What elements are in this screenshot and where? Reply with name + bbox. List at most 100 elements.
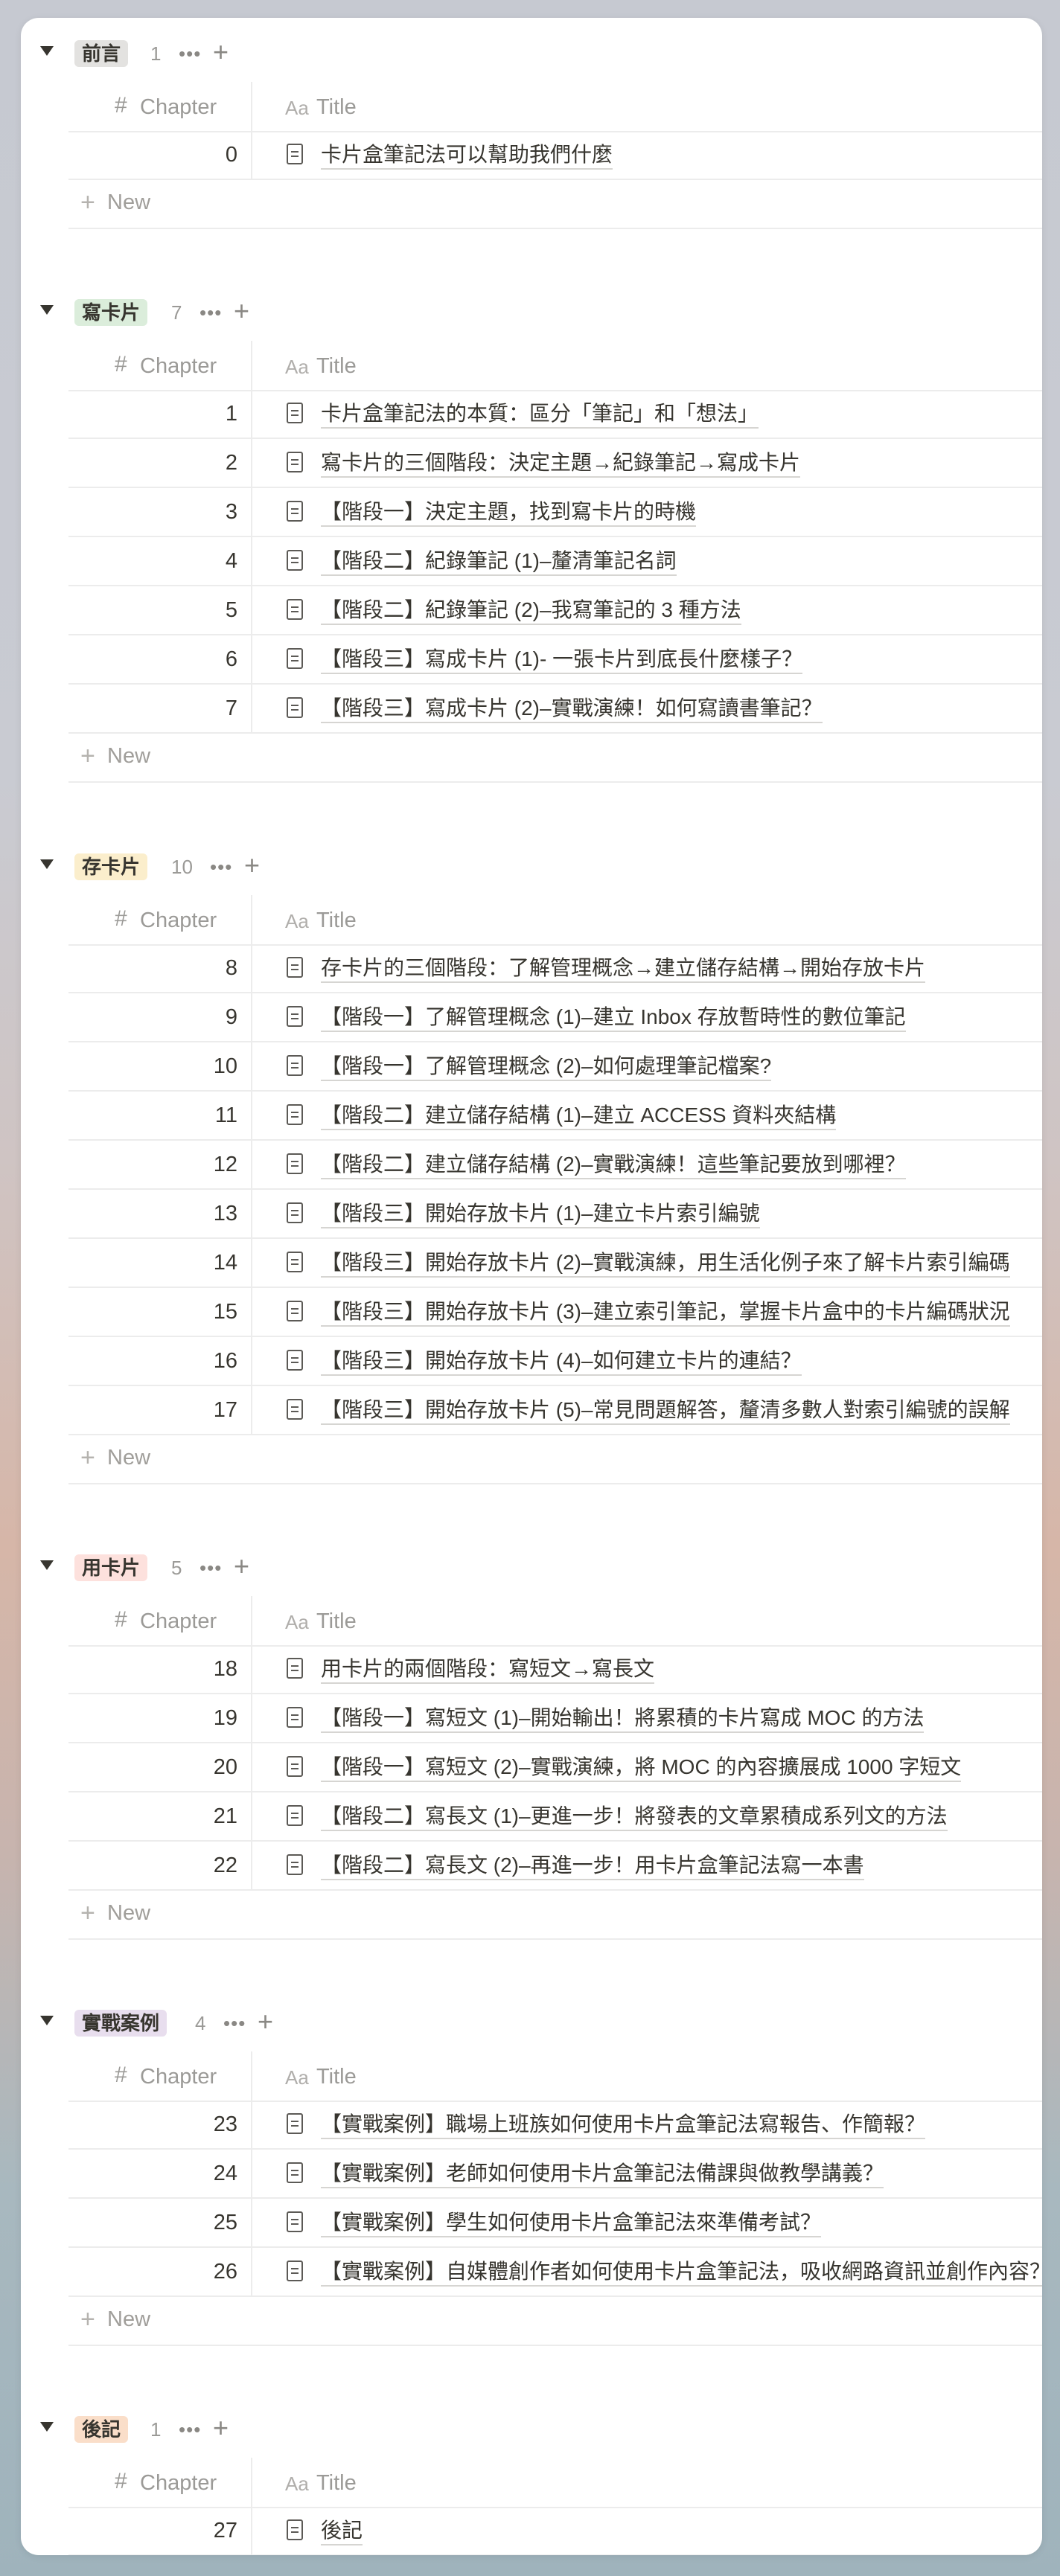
add-item-icon[interactable]: + xyxy=(234,295,249,327)
chapter-cell[interactable]: 15 xyxy=(68,1288,252,1336)
title-cell[interactable]: 【階段二】紀錄筆記 (1)–釐清筆記名詞 xyxy=(321,537,677,585)
title-cell[interactable]: 【階段一】寫短文 (1)–開始輸出！將累積的卡片寫成 MOC 的方法 xyxy=(321,1694,925,1742)
column-title-label[interactable]: Title xyxy=(316,354,357,379)
chapter-cell[interactable]: 18 xyxy=(68,1645,252,1693)
row-title-link[interactable]: 【階段二】寫長文 (1)–更進一步！將發表的文章累積成系列文的方法 xyxy=(321,1804,948,1831)
new-row-button[interactable]: + New xyxy=(68,1435,1042,1484)
table-row[interactable]: 9 【階段一】了解管理概念 (1)–建立 Inbox 存放暫時性的數位筆記 xyxy=(68,993,1042,1042)
row-title-link[interactable]: 後記 xyxy=(321,2519,363,2545)
table-row[interactable]: 6 【階段三】寫成卡片 (1)- 一張卡片到底長什麼樣子？ xyxy=(68,635,1042,685)
title-cell[interactable]: 【實戰案例】老師如何使用卡片盒筆記法備課與做教學講義？ xyxy=(321,2150,884,2197)
collapse-toggle-icon[interactable] xyxy=(40,46,54,56)
table-row[interactable]: 1 卡片盒筆記法的本質：區分「筆記」和「想法」 xyxy=(68,390,1042,439)
chapter-cell[interactable]: 27 xyxy=(68,2507,252,2554)
column-header-chapter[interactable]: # Chapter xyxy=(68,82,252,131)
title-cell[interactable]: 【實戰案例】職場上班族如何使用卡片盒筆記法寫報告、作簡報？ xyxy=(321,2101,926,2148)
column-title-label[interactable]: Title xyxy=(316,2471,357,2496)
chapter-cell[interactable]: 19 xyxy=(68,1694,252,1742)
title-cell[interactable]: 【階段二】建立儲存結構 (1)–建立 ACCESS 資料夾結構 xyxy=(321,1092,837,1139)
title-cell[interactable]: 【階段三】開始存放卡片 (2)–實戰演練，用生活化例子來了解卡片索引編碼 xyxy=(321,1239,1010,1287)
table-row[interactable]: 20 【階段一】寫短文 (2)–實戰演練，將 MOC 的內容擴展成 1000 字短… xyxy=(68,1743,1042,1792)
chapter-cell[interactable]: 2 xyxy=(68,439,252,487)
title-cell[interactable]: 【階段三】開始存放卡片 (1)–建立卡片索引編號 xyxy=(321,1190,760,1237)
column-header-chapter[interactable]: # Chapter xyxy=(68,341,252,390)
row-title-link[interactable]: 卡片盒筆記法可以幫助我們什麼 xyxy=(321,143,613,170)
table-row[interactable]: 21 【階段二】寫長文 (1)–更進一步！將發表的文章累積成系列文的方法 xyxy=(68,1792,1042,1842)
row-title-link[interactable]: 【階段二】紀錄筆記 (2)–我寫筆記的 3 種方法 xyxy=(321,598,741,625)
table-row[interactable]: 7 【階段三】寫成卡片 (2)–實戰演練！如何寫讀書筆記？ xyxy=(68,685,1042,734)
title-cell[interactable]: 【階段二】建立儲存結構 (2)–實戰演練！這些筆記要放到哪裡？ xyxy=(321,1141,906,1188)
table-row[interactable]: 25 【實戰案例】學生如何使用卡片盒筆記法來準備考試？ xyxy=(68,2199,1042,2248)
title-cell[interactable]: 卡片盒筆記法的本質：區分「筆記」和「想法」 xyxy=(321,390,759,438)
row-title-link[interactable]: 【實戰案例】學生如何使用卡片盒筆記法來準備考試？ xyxy=(321,2211,822,2237)
chapter-cell[interactable]: 5 xyxy=(68,586,252,634)
chapter-cell[interactable]: 25 xyxy=(68,2199,252,2246)
group-tag[interactable]: 後記 xyxy=(74,2416,129,2443)
table-row[interactable]: 23 【實戰案例】職場上班族如何使用卡片盒筆記法寫報告、作簡報？ xyxy=(68,2101,1042,2150)
chapter-cell[interactable]: 10 xyxy=(68,1042,252,1090)
row-title-link[interactable]: 【階段二】建立儲存結構 (1)–建立 ACCESS 資料夾結構 xyxy=(321,1103,837,1130)
table-row[interactable]: 26 【實戰案例】自媒體創作者如何使用卡片盒筆記法，吸收網路資訊並創作內容？ xyxy=(68,2248,1042,2297)
add-item-icon[interactable]: + xyxy=(213,36,229,68)
chapter-cell[interactable]: 17 xyxy=(68,1386,252,1434)
chapter-cell[interactable]: 8 xyxy=(68,944,252,992)
row-title-link[interactable]: 【實戰案例】自媒體創作者如何使用卡片盒筆記法，吸收網路資訊並創作內容？ xyxy=(321,2260,1042,2287)
new-row-button[interactable]: + New xyxy=(68,1891,1042,1940)
row-title-link[interactable]: 卡片盒筆記法的本質：區分「筆記」和「想法」 xyxy=(321,402,759,429)
title-cell[interactable]: 【實戰案例】自媒體創作者如何使用卡片盒筆記法，吸收網路資訊並創作內容？ xyxy=(321,2248,1042,2295)
row-title-link[interactable]: 【階段三】寫成卡片 (1)- 一張卡片到底長什麼樣子？ xyxy=(321,647,803,674)
row-title-link[interactable]: 【階段三】開始存放卡片 (2)–實戰演練，用生活化例子來了解卡片索引編碼 xyxy=(321,1251,1010,1278)
title-cell[interactable]: 【階段二】寫長文 (1)–更進一步！將發表的文章累積成系列文的方法 xyxy=(321,1792,948,1840)
chapter-cell[interactable]: 9 xyxy=(68,993,252,1041)
title-cell[interactable]: 【階段三】開始存放卡片 (3)–建立索引筆記，掌握卡片盒中的卡片編碼狀況 xyxy=(321,1288,1010,1336)
table-row[interactable]: 14 【階段三】開始存放卡片 (2)–實戰演練，用生活化例子來了解卡片索引編碼 xyxy=(68,1239,1042,1288)
chapter-cell[interactable]: 23 xyxy=(68,2101,252,2148)
chapter-cell[interactable]: 20 xyxy=(68,1743,252,1791)
table-row[interactable]: 15 【階段三】開始存放卡片 (3)–建立索引筆記，掌握卡片盒中的卡片編碼狀況 xyxy=(68,1288,1042,1337)
title-cell[interactable]: 【階段一】決定主題，找到寫卡片的時機 xyxy=(321,488,697,536)
chapter-cell[interactable]: 14 xyxy=(68,1239,252,1287)
table-row[interactable]: 22 【階段二】寫長文 (2)–再進一步！用卡片盒筆記法寫一本書 xyxy=(68,1842,1042,1891)
row-title-link[interactable]: 【階段一】了解管理概念 (1)–建立 Inbox 存放暫時性的數位筆記 xyxy=(321,1005,906,1032)
chapter-cell[interactable]: 7 xyxy=(68,685,252,732)
table-row[interactable]: 17 【階段三】開始存放卡片 (5)–常見問題解答，釐清多數人對索引編號的誤解 xyxy=(68,1386,1042,1435)
chapter-cell[interactable]: 11 xyxy=(68,1092,252,1139)
table-row[interactable]: 18 用卡片的兩個階段：寫短文→寫長文 xyxy=(68,1645,1042,1694)
new-row-button[interactable]: + New xyxy=(68,734,1042,783)
row-title-link[interactable]: 【階段三】開始存放卡片 (3)–建立索引筆記，掌握卡片盒中的卡片編碼狀況 xyxy=(321,1300,1010,1327)
table-row[interactable]: 0 卡片盒筆記法可以幫助我們什麼 xyxy=(68,131,1042,180)
more-options-icon[interactable]: ••• xyxy=(210,853,232,880)
table-row[interactable]: 19 【階段一】寫短文 (1)–開始輸出！將累積的卡片寫成 MOC 的方法 xyxy=(68,1694,1042,1743)
title-cell[interactable]: 【階段一】寫短文 (2)–實戰演練，將 MOC 的內容擴展成 1000 字短文 xyxy=(321,1743,962,1791)
row-title-link[interactable]: 【實戰案例】老師如何使用卡片盒筆記法備課與做教學講義？ xyxy=(321,2162,884,2188)
row-title-link[interactable]: 存卡片的三個階段：了解管理概念→建立儲存結構→開始存放卡片 xyxy=(321,956,926,983)
table-row[interactable]: 3 【階段一】決定主題，找到寫卡片的時機 xyxy=(68,488,1042,537)
row-title-link[interactable]: 【階段三】開始存放卡片 (4)–如何建立卡片的連結？ xyxy=(321,1349,802,1376)
chapter-cell[interactable]: 26 xyxy=(68,2248,252,2295)
collapse-toggle-icon[interactable] xyxy=(40,305,54,315)
more-options-icon[interactable]: ••• xyxy=(199,299,222,326)
title-cell[interactable]: 【階段一】了解管理概念 (1)–建立 Inbox 存放暫時性的數位筆記 xyxy=(321,993,906,1041)
row-title-link[interactable]: 【階段一】寫短文 (2)–實戰演練，將 MOC 的內容擴展成 1000 字短文 xyxy=(321,1755,962,1782)
add-item-icon[interactable]: + xyxy=(213,2412,229,2444)
table-row[interactable]: 13 【階段三】開始存放卡片 (1)–建立卡片索引編號 xyxy=(68,1190,1042,1239)
add-item-icon[interactable]: + xyxy=(234,1550,249,1583)
title-cell[interactable]: 【階段三】開始存放卡片 (4)–如何建立卡片的連結？ xyxy=(321,1337,802,1385)
title-cell[interactable]: 用卡片的兩個階段：寫短文→寫長文 xyxy=(321,1645,655,1693)
group-tag[interactable]: 前言 xyxy=(74,40,129,67)
title-cell[interactable]: 【階段二】寫長文 (2)–再進一步！用卡片盒筆記法寫一本書 xyxy=(321,1842,864,1889)
add-item-icon[interactable]: + xyxy=(258,2005,273,2038)
title-cell[interactable]: 卡片盒筆記法可以幫助我們什麼 xyxy=(321,131,613,179)
title-cell[interactable]: 【階段一】了解管理概念 (2)–如何處理筆記檔案? xyxy=(321,1042,772,1090)
row-title-link[interactable]: 【階段二】建立儲存結構 (2)–實戰演練！這些筆記要放到哪裡？ xyxy=(321,1153,906,1179)
row-title-link[interactable]: 【階段三】開始存放卡片 (1)–建立卡片索引編號 xyxy=(321,1202,760,1228)
collapse-toggle-icon[interactable] xyxy=(40,2422,54,2432)
more-options-icon[interactable]: ••• xyxy=(223,2010,246,2037)
chapter-cell[interactable]: 21 xyxy=(68,1792,252,1840)
row-title-link[interactable]: 寫卡片的三個階段：決定主題→紀錄筆記→寫成卡片 xyxy=(321,451,801,478)
column-title-label[interactable]: Title xyxy=(316,909,357,933)
group-tag[interactable]: 寫卡片 xyxy=(74,299,148,326)
column-title-label[interactable]: Title xyxy=(316,95,357,120)
chapter-cell[interactable]: 6 xyxy=(68,635,252,683)
row-title-link[interactable]: 【階段二】寫長文 (2)–再進一步！用卡片盒筆記法寫一本書 xyxy=(321,1853,864,1880)
